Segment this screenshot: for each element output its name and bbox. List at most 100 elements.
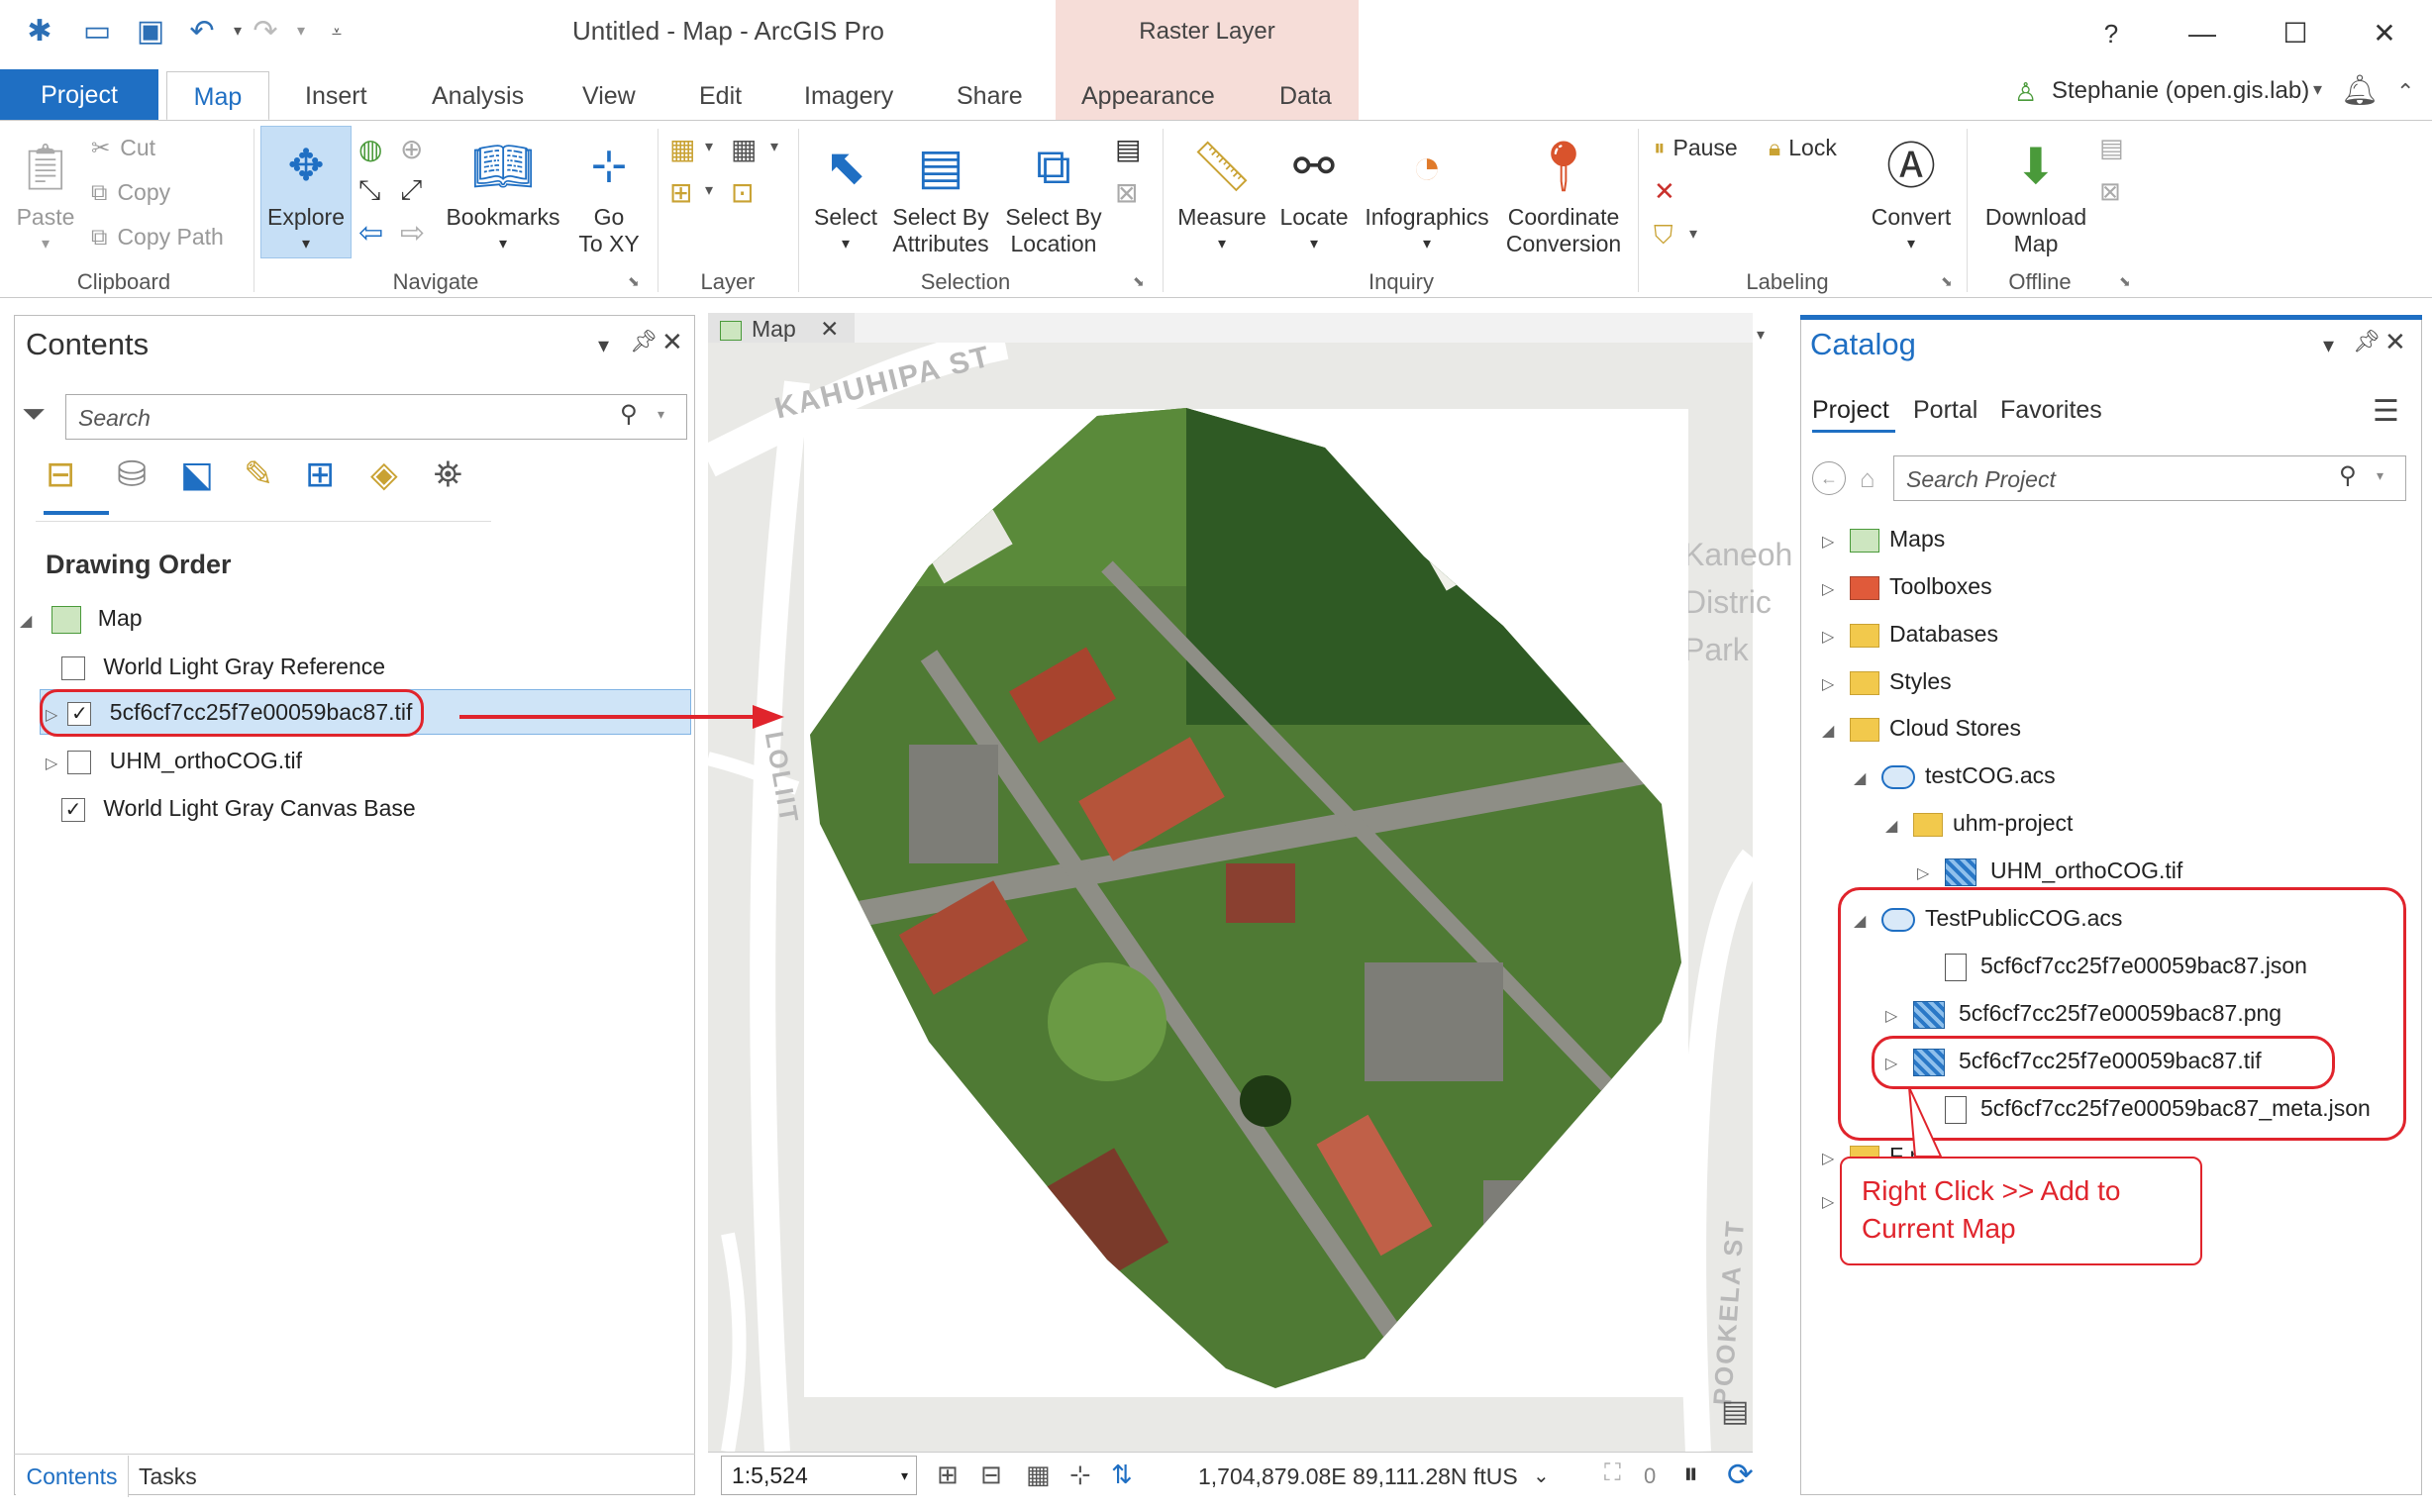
snapping-icon[interactable]: ▦ bbox=[1026, 1460, 1051, 1490]
go-to-xy-button[interactable]: ⊹ Go To XY bbox=[566, 135, 652, 257]
full-extent-icon[interactable]: ◍ bbox=[358, 133, 382, 165]
search-dropdown-icon[interactable]: ▾ bbox=[658, 406, 664, 423]
layer-row-world-light-gray-canvas-base[interactable]: ✓ World Light Gray Canvas Base bbox=[61, 790, 416, 826]
contents-search-input[interactable]: Search bbox=[65, 394, 687, 440]
clear-selection-icon[interactable]: ⊠ bbox=[1115, 176, 1138, 209]
rotation-icon[interactable]: ⇅ bbox=[1111, 1460, 1133, 1490]
ribbon-collapse-icon[interactable]: ⌃ bbox=[2396, 79, 2414, 105]
orthoimage-raster[interactable] bbox=[810, 408, 1681, 1388]
list-by-editing-icon[interactable]: ✎ bbox=[244, 454, 273, 495]
maximize-button[interactable]: ☐ bbox=[2276, 14, 2315, 53]
expand-icon[interactable]: ▷ bbox=[46, 747, 61, 782]
tab-imagery[interactable]: Imagery bbox=[786, 71, 911, 121]
catalog-item-toolboxes[interactable]: ▷ Toolboxes bbox=[1822, 568, 1992, 604]
fixed-zoom-icon[interactable]: ⊕ bbox=[400, 133, 423, 165]
convert-button[interactable]: Ⓐ Convert ▾ bbox=[1868, 135, 1955, 257]
dialog-launcher-icon[interactable]: ⬊ bbox=[1133, 273, 1145, 290]
map-scale-dropdown[interactable]: 1:5,524 ▾ bbox=[721, 1456, 917, 1495]
catalog-menu-icon[interactable]: ☰ bbox=[2373, 394, 2399, 429]
catalog-item-uhm-project[interactable]: ◢ uhm-project bbox=[1885, 805, 2073, 841]
zoom-out-fixed-icon[interactable]: ⤢ bbox=[400, 174, 422, 207]
collapse-icon[interactable]: ◢ bbox=[20, 604, 36, 640]
list-by-selection-icon[interactable]: ⬕ bbox=[180, 454, 214, 495]
tab-map[interactable]: Map bbox=[166, 71, 269, 121]
layer-visibility-checkbox[interactable] bbox=[61, 655, 85, 680]
open-project-icon[interactable]: ▭ bbox=[79, 14, 115, 50]
search-dropdown-icon[interactable]: ▾ bbox=[2377, 467, 2383, 484]
search-icon[interactable]: ⚲ bbox=[620, 400, 638, 429]
expand-icon[interactable]: ▷ bbox=[1822, 572, 1838, 608]
catalog-tab-favorites[interactable]: Favorites bbox=[2000, 396, 2102, 425]
save-project-icon[interactable]: ▣ bbox=[133, 14, 168, 50]
catalog-close-icon[interactable]: ✕ bbox=[2384, 327, 2406, 357]
zoom-in-fixed-icon[interactable]: ⤡ bbox=[358, 174, 380, 207]
refresh-icon[interactable]: ⟳ bbox=[1727, 1456, 1754, 1493]
remove-offline-icon[interactable]: ⊠ bbox=[2099, 176, 2121, 207]
catalog-tab-project[interactable]: Project bbox=[1812, 396, 1889, 425]
tab-appearance[interactable]: Appearance bbox=[1064, 71, 1233, 121]
add-graphics-layer-icon[interactable]: ⊡ bbox=[731, 176, 754, 209]
new-project-icon[interactable]: ✱ bbox=[22, 14, 57, 50]
filter-icon[interactable]: ⏷ bbox=[22, 398, 46, 432]
minimize-button[interactable]: — bbox=[2182, 14, 2222, 53]
back-icon[interactable]: ← bbox=[1812, 461, 1846, 495]
explore-button[interactable]: ✥ Explore ▾ bbox=[260, 135, 352, 257]
coordinate-conversion-button[interactable]: 📍︎ Coordinate Conversion bbox=[1499, 135, 1628, 257]
home-icon[interactable]: ⌂ bbox=[1860, 463, 1875, 494]
measure-button[interactable]: 📏︎ Measure ▾ bbox=[1172, 135, 1271, 257]
copy-button[interactable]: ⧉ Copy bbox=[91, 177, 170, 207]
bookmarks-button[interactable]: 📖︎ Bookmarks ▾ bbox=[444, 135, 562, 257]
signed-in-user[interactable]: Stephanie (open.gis.lab) bbox=[2052, 77, 2309, 105]
dialog-launcher-icon[interactable]: ⬊ bbox=[1941, 273, 1953, 290]
list-by-snapping-icon[interactable]: ⊞ bbox=[305, 454, 335, 495]
more-labeling-dropdown-icon[interactable]: ▾ bbox=[1689, 224, 1697, 244]
tab-data[interactable]: Data bbox=[1262, 71, 1350, 121]
map-node[interactable]: ◢ Map bbox=[20, 600, 143, 636]
expand-icon[interactable]: ▷ bbox=[1822, 1142, 1838, 1177]
pause-labeling-button[interactable]: ⏸ Pause bbox=[1654, 133, 1738, 162]
catalog-pin-icon[interactable]: 📌︎ bbox=[2353, 329, 2381, 354]
catalog-item-cloud-stores[interactable]: ◢ Cloud Stores bbox=[1822, 710, 2021, 746]
user-dropdown-icon[interactable]: ▾ bbox=[2313, 79, 2322, 100]
list-by-perspective-icon[interactable]: ⛯ bbox=[434, 454, 462, 496]
tab-share[interactable]: Share bbox=[939, 71, 1041, 121]
display-extent-icon[interactable]: ⊞ bbox=[937, 1460, 959, 1490]
list-by-labeling-icon[interactable]: ◈ bbox=[370, 454, 398, 495]
selected-features-icon[interactable]: ⛶ bbox=[1604, 1460, 1621, 1487]
download-map-button[interactable]: ⬇ Download Map bbox=[1976, 135, 2095, 257]
help-button[interactable]: ? bbox=[2091, 14, 2131, 53]
tab-view[interactable]: View bbox=[564, 71, 654, 121]
tab-contents[interactable]: Contents bbox=[16, 1456, 129, 1497]
next-extent-icon[interactable]: ⇨ bbox=[400, 216, 425, 251]
catalog-item-styles[interactable]: ▷ Styles bbox=[1822, 663, 1952, 699]
sync-icon[interactable]: ▤ bbox=[2099, 133, 2124, 163]
pause-drawing-icon[interactable]: ⏸ bbox=[1683, 1458, 1698, 1491]
dialog-launcher-icon[interactable]: ⬊ bbox=[628, 273, 640, 290]
catalog-tab-portal[interactable]: Portal bbox=[1913, 396, 1977, 425]
layer-visibility-checkbox[interactable] bbox=[67, 750, 92, 774]
search-icon[interactable]: ⚲ bbox=[2339, 461, 2357, 490]
add-preset-dropdown-icon[interactable]: ▾ bbox=[705, 180, 713, 200]
lock-labeling-button[interactable]: 🔒︎ Lock bbox=[1769, 133, 1837, 162]
expand-icon[interactable]: ▷ bbox=[1822, 1192, 1834, 1212]
tab-analysis[interactable]: Analysis bbox=[414, 71, 542, 121]
layer-visibility-checkbox[interactable]: ✓ bbox=[61, 797, 85, 822]
cut-button[interactable]: ✂ Cut bbox=[91, 133, 155, 162]
add-data-icon[interactable]: ▦ bbox=[669, 133, 695, 165]
infographics-button[interactable]: ◔ Infographics ▾ bbox=[1357, 135, 1497, 257]
grid-icon[interactable]: ⊟ bbox=[980, 1460, 1002, 1490]
select-by-attributes-button[interactable]: ▤ Select By Attributes bbox=[885, 135, 996, 257]
add-data-dropdown-icon[interactable]: ▾ bbox=[705, 137, 713, 156]
list-by-drawing-order-icon[interactable]: ⊟ bbox=[46, 454, 75, 495]
close-map-tab-icon[interactable]: ✕ bbox=[820, 316, 839, 342]
coordinate-picker-icon[interactable]: ⊹ bbox=[1069, 1460, 1091, 1490]
layer-row-uhm-orthocog-tif[interactable]: ▷ UHM_orthoCOG.tif bbox=[46, 743, 302, 778]
contents-pin-icon[interactable]: 📌︎ bbox=[630, 329, 658, 354]
catalog-search-input[interactable]: Search Project bbox=[1893, 455, 2406, 501]
catalog-item-databases[interactable]: ▷ Databases bbox=[1822, 616, 1998, 652]
contents-options-icon[interactable]: ▾ bbox=[598, 333, 609, 358]
redo-dropdown-icon[interactable]: ▾ bbox=[283, 14, 319, 50]
notifications-bell-icon[interactable]: 🔔︎ bbox=[2341, 73, 2379, 108]
attributes-icon[interactable]: ▤ bbox=[1115, 133, 1141, 165]
layer-row-world-light-gray-reference[interactable]: World Light Gray Reference bbox=[61, 649, 385, 684]
